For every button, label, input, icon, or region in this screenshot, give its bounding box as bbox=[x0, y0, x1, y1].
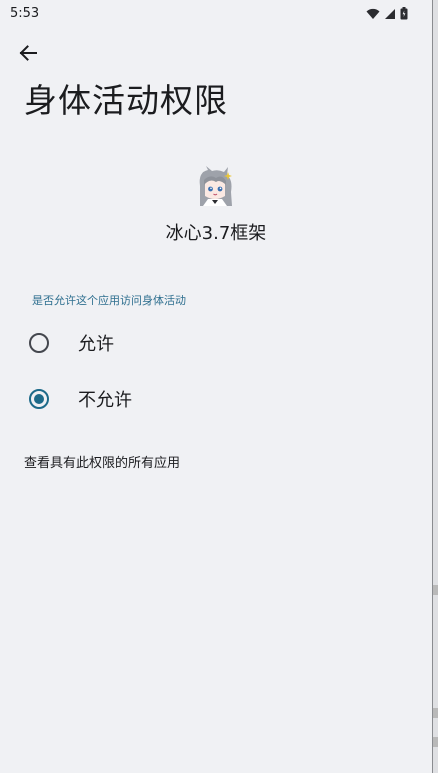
app-name: 冰心3.7框架 bbox=[165, 223, 267, 244]
window-edge bbox=[432, 0, 438, 773]
status-bar: 5:53 bbox=[0, 0, 432, 28]
status-icons bbox=[366, 7, 408, 20]
option-allow[interactable]: 允许 bbox=[18, 320, 418, 366]
permission-screen: 5:53 身体活动权限 冰心3.7框架 是否允许这个应用访问身体活动 允许 不允… bbox=[0, 0, 432, 773]
battery-icon bbox=[400, 7, 408, 20]
arrow-left-icon bbox=[19, 45, 37, 61]
wifi-icon bbox=[366, 8, 380, 19]
back-button[interactable] bbox=[12, 38, 44, 68]
background-fragment bbox=[433, 585, 438, 595]
radio-deny[interactable] bbox=[29, 389, 49, 409]
option-deny[interactable]: 不允许 bbox=[18, 376, 418, 422]
radio-selected-dot bbox=[34, 394, 44, 404]
permission-question: 是否允许这个应用访问身体活动 bbox=[32, 294, 186, 307]
app-icon bbox=[199, 166, 232, 206]
option-allow-label: 允许 bbox=[78, 334, 114, 355]
background-fragment bbox=[433, 708, 438, 718]
view-all-apps-link[interactable]: 查看具有此权限的所有应用 bbox=[24, 452, 180, 471]
page-title: 身体活动权限 bbox=[24, 81, 228, 120]
background-fragment bbox=[433, 737, 438, 747]
radio-allow[interactable] bbox=[29, 333, 49, 353]
cell-signal-icon bbox=[385, 8, 395, 19]
status-time: 5:53 bbox=[10, 6, 40, 21]
option-deny-label: 不允许 bbox=[78, 390, 132, 411]
